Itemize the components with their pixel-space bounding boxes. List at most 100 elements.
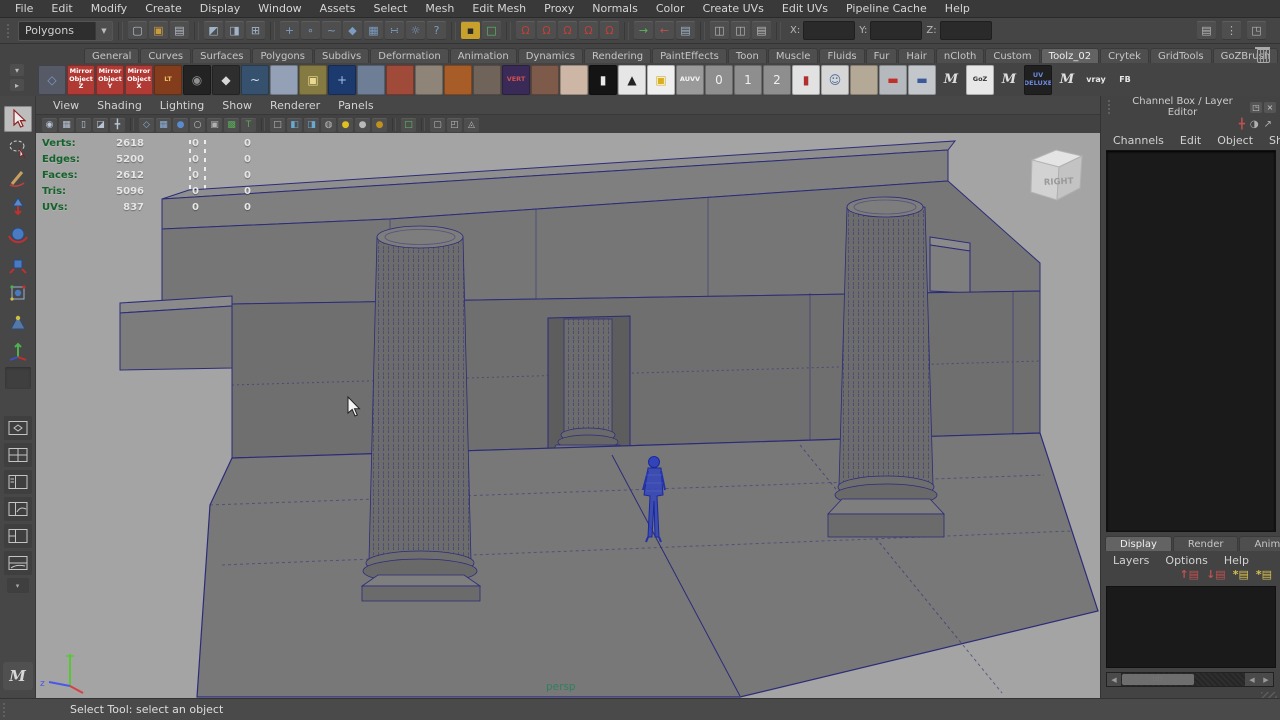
menu-color[interactable]: Color bbox=[647, 2, 694, 15]
auvv-tool-icon[interactable]: AUVV bbox=[676, 65, 704, 95]
head-slider-0-icon[interactable]: 0 bbox=[705, 65, 733, 95]
snap-to-view-planes-icon[interactable]: Ω bbox=[579, 21, 598, 40]
red-smart-car-icon[interactable]: ▬ bbox=[879, 65, 907, 95]
camera-thumb-icon[interactable]: ◉ bbox=[183, 65, 211, 95]
photo-man-large-icon[interactable] bbox=[473, 65, 501, 95]
transform-input-x-[interactable] bbox=[803, 21, 855, 40]
viewport-3d-scene[interactable]: RIGHT z persp Verts:261800Edges:520000Fa… bbox=[36, 133, 1100, 698]
photo-dark-figure-icon[interactable]: ▮ bbox=[589, 65, 617, 95]
panel-menu-shading[interactable]: Shading bbox=[88, 99, 151, 112]
mel-script-1-icon[interactable]: M bbox=[937, 65, 965, 95]
menu-normals[interactable]: Normals bbox=[583, 2, 647, 15]
view-cube[interactable]: RIGHT bbox=[1031, 150, 1082, 200]
move-layer-down-icon[interactable]: ↓▤ bbox=[1206, 568, 1226, 581]
menu-mesh[interactable]: Mesh bbox=[416, 2, 463, 15]
tool-settings-toggle-icon[interactable]: ⋮ bbox=[1222, 21, 1241, 40]
layer-editor-menu-options[interactable]: Options bbox=[1157, 554, 1215, 567]
mel-script-icon[interactable]: M bbox=[3, 662, 33, 690]
panel-menu-panels[interactable]: Panels bbox=[329, 99, 382, 112]
shaded-mode-icon[interactable]: ▦ bbox=[156, 118, 171, 132]
four-pane-layout[interactable] bbox=[4, 443, 32, 467]
plugin-shelf-c-icon[interactable]: ◬ bbox=[464, 118, 479, 132]
poly-wire-cube-icon[interactable]: ◇ bbox=[38, 65, 66, 95]
menu-file[interactable]: File bbox=[6, 2, 42, 15]
shelf-tab-subdivs[interactable]: Subdivs bbox=[314, 48, 369, 63]
use-all-lights-icon[interactable]: ● bbox=[338, 118, 353, 132]
bounding-box-mode-icon[interactable]: ▣ bbox=[207, 118, 222, 132]
select-camera-icon[interactable]: ◉ bbox=[42, 118, 57, 132]
portrait-red-shirt-icon[interactable] bbox=[386, 65, 414, 95]
channel-box-menu-show[interactable]: Show bbox=[1261, 134, 1280, 147]
vert-poster-icon[interactable]: VERT bbox=[502, 65, 530, 95]
save-scene-icon[interactable]: ▤ bbox=[170, 21, 189, 40]
last-tool-slot[interactable] bbox=[5, 367, 31, 389]
scrollbar-thumb[interactable]: ∷∷ bbox=[1122, 674, 1194, 685]
render-settings-icon[interactable]: ▤ bbox=[752, 21, 771, 40]
select-tool[interactable] bbox=[4, 106, 32, 132]
menu-create-uvs[interactable]: Create UVs bbox=[694, 2, 773, 15]
status-line-drag-handle[interactable] bbox=[7, 24, 13, 38]
input-connections-icon[interactable]: → bbox=[634, 21, 653, 40]
right-ledge-block-mesh[interactable] bbox=[930, 237, 970, 293]
isolate-none-icon[interactable]: □ bbox=[270, 118, 285, 132]
xray-mode-icon[interactable]: ◍ bbox=[321, 118, 336, 132]
paint-select-tool[interactable] bbox=[4, 164, 32, 190]
chevron-down-icon[interactable]: ▼ bbox=[95, 22, 112, 40]
shelf-tab-surfaces[interactable]: Surfaces bbox=[192, 48, 251, 63]
panel-drag-handle[interactable] bbox=[1108, 100, 1114, 114]
channel-box-toggle-icon[interactable]: ◳ bbox=[1247, 21, 1266, 40]
scrollbar-track[interactable] bbox=[1195, 673, 1245, 686]
shelf-tab-polygons[interactable]: Polygons bbox=[252, 48, 313, 63]
anatomy-man-icon[interactable]: + bbox=[328, 65, 356, 95]
shelf-menu-icon[interactable]: ▸ bbox=[10, 79, 24, 91]
layer-list[interactable] bbox=[1106, 586, 1276, 668]
layout-chooser[interactable]: ▾ bbox=[7, 578, 29, 593]
mel-vray-icon[interactable]: vray bbox=[1082, 65, 1110, 95]
fire-scene-thumb-icon[interactable]: LT bbox=[154, 65, 182, 95]
robot-toy-icon[interactable]: ☺ bbox=[821, 65, 849, 95]
portrait-blue-shirt-icon[interactable] bbox=[357, 65, 385, 95]
menu-window[interactable]: Window bbox=[249, 2, 310, 15]
select-rendering-icon[interactable]: ☼ bbox=[406, 21, 425, 40]
shelf-tab-deformation[interactable]: Deformation bbox=[370, 48, 448, 63]
layer-tab-render[interactable]: Render bbox=[1173, 536, 1239, 551]
persp-graph-layout[interactable] bbox=[4, 497, 32, 521]
wireframe-mode-icon[interactable]: ◇ bbox=[139, 118, 154, 132]
create-layer-from-selected-icon[interactable]: *▤ bbox=[1256, 568, 1272, 581]
mirror-object-z-icon[interactable]: Mirror Object Z bbox=[67, 65, 95, 95]
scroll-left-icon[interactable]: ◀ bbox=[1107, 673, 1121, 686]
channel-box-list[interactable] bbox=[1106, 150, 1276, 532]
left-ledge-block-mesh[interactable] bbox=[120, 296, 232, 370]
cube-star-thumb-icon[interactable]: ◆ bbox=[212, 65, 240, 95]
shaded-textured-mode-icon[interactable]: ● bbox=[173, 118, 188, 132]
layer-editor-menu-help[interactable]: Help bbox=[1216, 554, 1257, 567]
shelf-tab-menu-icon[interactable]: ▾ bbox=[10, 64, 24, 76]
new-scene-icon[interactable]: ▢ bbox=[128, 21, 147, 40]
attribute-editor-toggle-icon[interactable]: ▤ bbox=[1197, 21, 1216, 40]
left-column-mesh[interactable] bbox=[362, 226, 480, 601]
menu-pipeline-cache[interactable]: Pipeline Cache bbox=[837, 2, 936, 15]
construction-history-icon[interactable]: ▤ bbox=[676, 21, 695, 40]
uv-deluxe-icon[interactable]: UV DELUXE bbox=[1024, 65, 1052, 95]
shelf-tab-crytek[interactable]: Crytek bbox=[1100, 48, 1149, 63]
menu-create[interactable]: Create bbox=[136, 2, 191, 15]
move-tool[interactable] bbox=[4, 193, 32, 219]
transform-input-y-[interactable] bbox=[870, 21, 922, 40]
select-joints-icon[interactable]: ∺ bbox=[385, 21, 404, 40]
mel-script-3-icon[interactable]: M bbox=[1053, 65, 1081, 95]
goz-export-icon[interactable]: GoZ bbox=[966, 65, 994, 95]
channel-box-menu-object[interactable]: Object bbox=[1209, 134, 1261, 147]
portrait-gray-icon[interactable] bbox=[415, 65, 443, 95]
view-cube-face-label[interactable]: RIGHT bbox=[1044, 176, 1074, 188]
speed-toggle-icon-icon[interactable]: ◑ bbox=[1250, 119, 1259, 130]
shelf-tab-general[interactable]: General bbox=[84, 48, 139, 63]
ipr-render-icon[interactable]: ◫ bbox=[731, 21, 750, 40]
soft-modification-tool[interactable] bbox=[4, 309, 32, 335]
default-material-mode-icon[interactable]: T bbox=[241, 118, 256, 132]
universal-manipulator-tool[interactable] bbox=[4, 280, 32, 306]
object-selection-highlight-icon[interactable]: □ bbox=[401, 118, 416, 132]
scale-tool[interactable] bbox=[4, 251, 32, 277]
shelf-tab-gridtools[interactable]: GridTools bbox=[1150, 48, 1212, 63]
shelf-tab-ncloth[interactable]: nCloth bbox=[936, 48, 984, 63]
shelf-tab-fluids[interactable]: Fluids bbox=[819, 48, 864, 63]
